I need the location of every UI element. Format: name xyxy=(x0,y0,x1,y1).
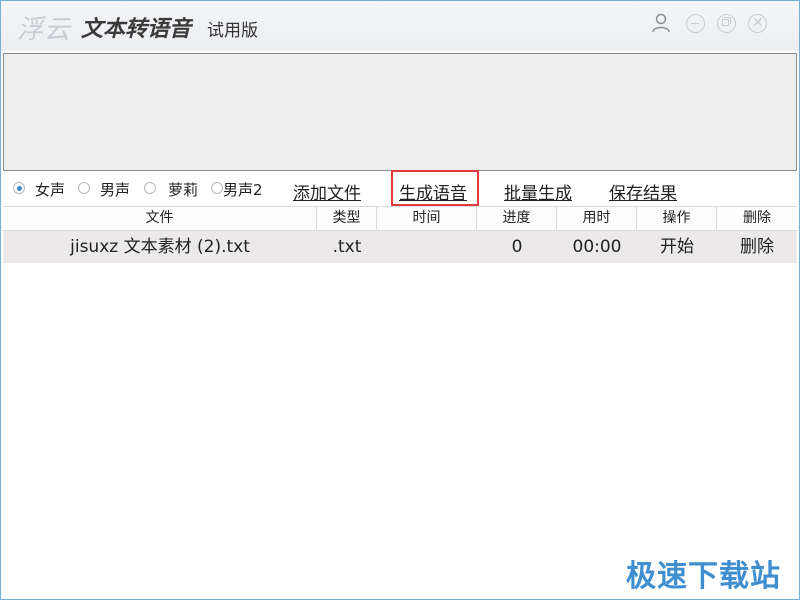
brand-logo: 浮云 xyxy=(17,15,72,45)
batch-generate-button[interactable]: 批量生成 xyxy=(504,179,572,204)
column-header-elapsed[interactable]: 用时 xyxy=(557,207,637,230)
column-header-progress[interactable]: 进度 xyxy=(477,207,557,230)
radio-loli-voice[interactable] xyxy=(144,182,156,194)
column-header-type[interactable]: 类型 xyxy=(317,207,377,230)
close-icon[interactable]: ✕ xyxy=(748,14,767,33)
radio-label-loli: 萝莉 xyxy=(168,181,199,199)
radio-male-voice[interactable] xyxy=(78,182,90,194)
edition-label: 试用版 xyxy=(207,21,258,41)
cell-file-name: jisuxz 文本素材 (2).txt xyxy=(70,237,250,257)
column-header-file[interactable]: 文件 xyxy=(3,207,317,230)
add-file-button[interactable]: 添加文件 xyxy=(293,179,361,204)
restore-icon[interactable] xyxy=(717,14,736,33)
app-window: 浮云 文本转语音 试用版 ✕ 女声 男声 萝莉 男声2 添加文件 生成语音 批量… xyxy=(0,0,800,600)
app-title: 文本转语音 xyxy=(81,17,192,42)
radio-label-male: 男声 xyxy=(100,181,131,199)
voice-and-action-bar: 女声 男声 萝莉 男声2 添加文件 生成语音 批量生成 保存结果 xyxy=(1,170,799,206)
start-button[interactable]: 开始 xyxy=(637,231,717,263)
column-header-time[interactable]: 时间 xyxy=(377,207,477,230)
radio-label-male2: 男声2 xyxy=(223,181,263,199)
file-table: 文件 类型 时间 进度 用时 操作 删除 jisuxz 文本素材 (2).txt… xyxy=(3,206,797,263)
column-header-operation[interactable]: 操作 xyxy=(637,207,717,230)
table-row[interactable]: jisuxz 文本素材 (2).txt .txt 0 00:00 开始 删除 xyxy=(3,231,797,263)
table-header: 文件 类型 时间 进度 用时 操作 删除 xyxy=(3,206,797,231)
delete-button[interactable]: 删除 xyxy=(717,231,797,263)
radio-label-female: 女声 xyxy=(35,181,66,199)
column-header-delete[interactable]: 删除 xyxy=(717,207,797,230)
cell-time xyxy=(377,231,477,263)
generate-speech-button[interactable]: 生成语音 xyxy=(399,179,467,204)
cell-file-type: .txt xyxy=(332,237,362,257)
text-input-area[interactable] xyxy=(3,53,797,171)
title-bar: 浮云 文本转语音 试用版 ✕ xyxy=(1,1,799,51)
cell-elapsed: 00:00 xyxy=(572,237,622,257)
watermark-logo: 极速下载站 xyxy=(626,559,781,594)
cell-progress: 0 xyxy=(511,237,523,257)
radio-female-voice[interactable] xyxy=(13,182,25,194)
user-icon[interactable] xyxy=(650,12,672,34)
radio-male2-voice[interactable] xyxy=(211,182,223,194)
save-result-button[interactable]: 保存结果 xyxy=(609,179,677,204)
minimize-icon[interactable] xyxy=(686,14,705,33)
